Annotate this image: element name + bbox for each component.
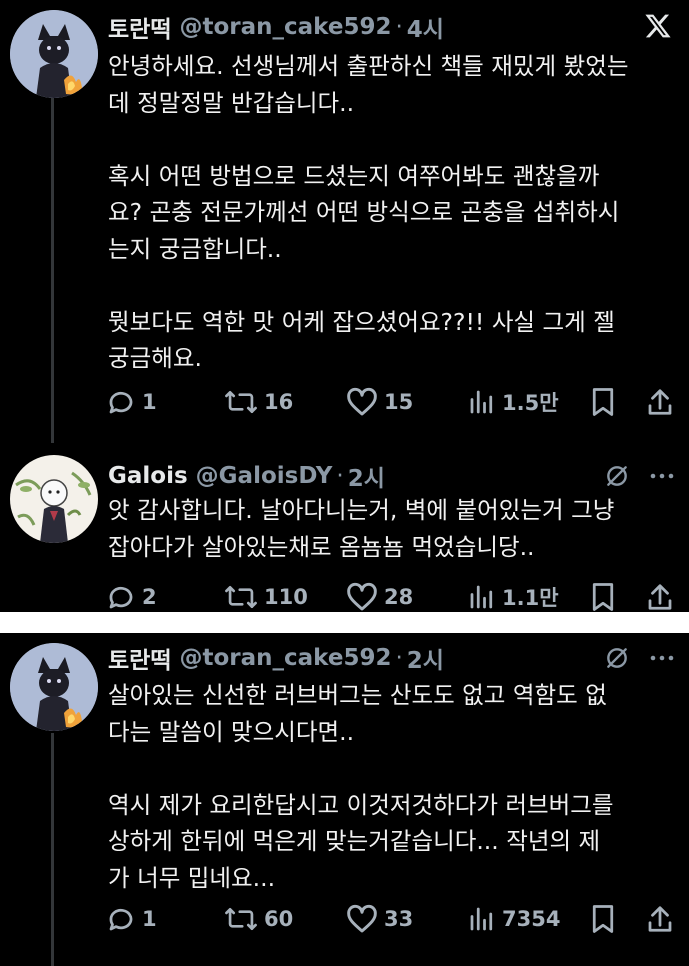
more-options-icon[interactable]: [648, 645, 676, 671]
thread-line: [51, 98, 54, 443]
repost-icon: [224, 582, 258, 612]
text-line: 살아있는 신선한 러브버그는 산도도 없고 역함도 없: [108, 681, 607, 709]
view-count: 1.5만: [502, 391, 559, 415]
tweet-galois[interactable]: Galois @GaloisDY · 2시 앗 감사합니다. 날아다니는거, 벽…: [0, 445, 689, 612]
like-button[interactable]: 33: [346, 899, 413, 939]
repost-icon: [224, 387, 258, 417]
reply-button[interactable]: 1: [106, 899, 157, 939]
user-handle[interactable]: @toran_cake592: [179, 645, 391, 671]
user-handle[interactable]: @toran_cake592: [179, 14, 391, 40]
repost-button[interactable]: 60: [224, 899, 293, 939]
repost-icon: [224, 904, 258, 934]
share-button[interactable]: [646, 899, 674, 939]
text-line: 뭣보다도 역한 맛 어케 잡으셨어요??!! 사실 그게 젤: [108, 307, 615, 336]
views-button[interactable]: 1.1만: [468, 577, 559, 617]
tweet-header: 토란떡 @toran_cake592 · 2시: [108, 639, 444, 677]
timestamp[interactable]: 2시: [407, 641, 444, 675]
separator: ·: [395, 14, 403, 40]
views-button[interactable]: 7354: [468, 899, 560, 939]
text-line: 잡아다가 살아있는채로 옴뇸뇸 먹었습니당..: [108, 532, 535, 561]
reply-icon: [106, 904, 136, 934]
reply-icon: [106, 387, 136, 417]
reply-count: 1: [142, 907, 157, 931]
tweet-panel-2: 토란떡 @toran_cake592 · 2시 살아있는 신선한 러브버그는 산…: [0, 633, 689, 966]
tweet-header: 토란떡 @toran_cake592 · 4시: [108, 8, 444, 46]
text-line: 안녕하세요. 선생님께서 출판하신 책들 재밌게 봤었는: [108, 52, 629, 80]
thread-line: [51, 733, 54, 966]
reply-button[interactable]: 1: [106, 382, 157, 422]
share-button[interactable]: [646, 382, 674, 422]
text-line: 다는 말씀이 맞으시다면..: [108, 717, 355, 746]
text-line: 혹시 어떤 방법으로 드셨는지 여쭈어봐도 괜찮을까: [108, 161, 600, 190]
bookmark-icon: [590, 582, 616, 612]
share-button[interactable]: [646, 577, 674, 617]
display-name[interactable]: 토란떡: [108, 641, 171, 675]
reply-count: 1: [142, 390, 157, 414]
text-line: 는지 궁금합니다..: [108, 234, 282, 263]
text-line: 가 너무 밉네요...: [108, 863, 276, 892]
views-button[interactable]: 1.5만: [468, 382, 559, 422]
text-line: 요? 곤충 전문가께선 어떤 방식으로 곤충을 섭취하시: [108, 198, 620, 226]
tweet-header: Galois @GaloisDY · 2시: [108, 457, 385, 495]
text-line: 앗 감사합니다. 날아다니는거, 벽에 붙어있는거 그냥: [108, 496, 615, 524]
separator: ·: [395, 645, 403, 671]
bookmark-button[interactable]: [590, 899, 616, 939]
repost-count: 60: [264, 907, 294, 931]
heart-icon: [346, 582, 378, 612]
repost-count: 16: [264, 390, 294, 414]
like-count: 28: [384, 585, 414, 609]
action-bar: 1 16 15 1.5만: [106, 382, 676, 422]
like-count: 15: [384, 390, 414, 414]
avatar[interactable]: [10, 455, 98, 543]
bar-chart-icon: [468, 387, 496, 417]
grok-icon[interactable]: [604, 463, 630, 489]
view-count: 1.1만: [502, 586, 559, 610]
display-name[interactable]: Galois: [108, 463, 188, 489]
avatar[interactable]: [10, 643, 98, 731]
text-line: 궁금해요.: [108, 344, 202, 372]
reply-count: 2: [142, 585, 157, 609]
bookmark-button[interactable]: [590, 382, 616, 422]
text-line: 데 정말정말 반갑습니다..: [108, 88, 355, 117]
display-name[interactable]: 토란떡: [108, 10, 171, 44]
repost-count: 110: [264, 585, 308, 609]
separator: ·: [336, 463, 344, 489]
timestamp[interactable]: 2시: [348, 459, 385, 493]
reply-icon: [106, 582, 136, 612]
heart-icon: [346, 904, 378, 934]
bookmark-icon: [590, 904, 616, 934]
action-bar: 2 110 28 1.1만: [106, 577, 676, 617]
share-icon: [646, 582, 674, 612]
bar-chart-icon: [468, 904, 496, 934]
repost-button[interactable]: 16: [224, 382, 293, 422]
tweet-toran-2[interactable]: 토란떡 @toran_cake592 · 2시 살아있는 신선한 러브버그는 산…: [0, 633, 689, 966]
tweet-toran-1[interactable]: 토란떡 @toran_cake592 · 4시 안녕하세요. 선생님께서 출판하…: [0, 0, 689, 443]
reply-button[interactable]: 2: [106, 577, 157, 617]
more-options-icon[interactable]: [648, 463, 676, 489]
like-button[interactable]: 15: [346, 382, 413, 422]
like-count: 33: [384, 907, 414, 931]
text-line: 상하게 한뒤에 먹은게 맞는거같습니다... 작년의 제: [108, 827, 601, 855]
action-bar: 1 60 33 7354: [106, 899, 676, 939]
like-button[interactable]: 28: [346, 577, 413, 617]
bookmark-button[interactable]: [590, 577, 616, 617]
timestamp[interactable]: 4시: [407, 10, 444, 44]
share-icon: [646, 387, 674, 417]
text-line: 역시 제가 요리한답시고 이것저것하다가 러브버그를: [108, 790, 614, 819]
share-icon: [646, 904, 674, 934]
tweet-text: 앗 감사합니다. 날아다니는거, 벽에 붙어있는거 그냥잡아다가 살아있는채로 …: [108, 492, 678, 565]
avatar[interactable]: [10, 10, 98, 98]
heart-icon: [346, 387, 378, 417]
view-count: 7354: [502, 907, 561, 931]
repost-button[interactable]: 110: [224, 577, 308, 617]
tweet-text: 안녕하세요. 선생님께서 출판하신 책들 재밌게 봤었는데 정말정말 반갑습니다…: [108, 48, 678, 377]
user-handle[interactable]: @GaloisDY: [196, 463, 333, 489]
bookmark-icon: [590, 387, 616, 417]
grok-icon[interactable]: [604, 645, 630, 671]
x-logo-icon[interactable]: [644, 12, 672, 40]
tweet-text: 살아있는 신선한 러브버그는 산도도 없고 역함도 없다는 말씀이 맞으시다면.…: [108, 677, 678, 896]
tweet-panel-1: 토란떡 @toran_cake592 · 4시 안녕하세요. 선생님께서 출판하…: [0, 0, 689, 612]
bar-chart-icon: [468, 582, 496, 612]
